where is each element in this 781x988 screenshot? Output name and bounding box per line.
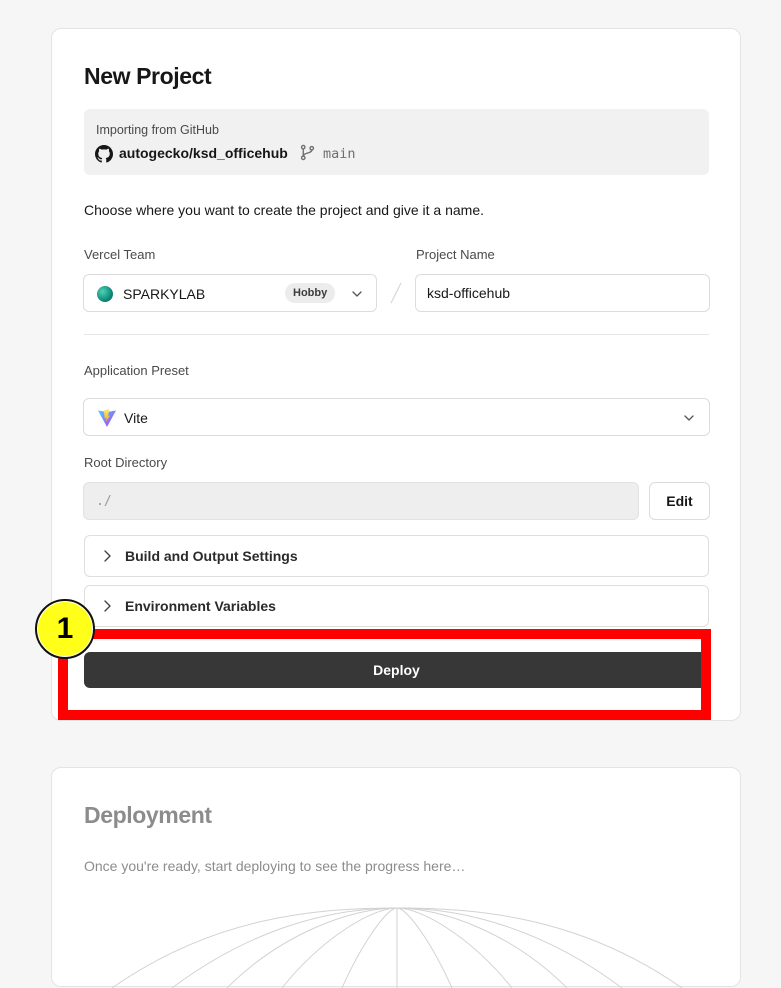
chevron-down-icon bbox=[352, 291, 362, 297]
vite-icon bbox=[98, 409, 116, 427]
repo-name[interactable]: autogecko/ksd_officehub bbox=[119, 145, 288, 161]
accordion-label: Build and Output Settings bbox=[125, 548, 298, 564]
git-branch-icon bbox=[300, 144, 315, 161]
chevron-right-icon bbox=[104, 600, 111, 612]
separator-slash bbox=[390, 282, 402, 304]
globe-illustration bbox=[111, 907, 683, 988]
root-directory-input[interactable] bbox=[83, 482, 639, 520]
preset-value: Vite bbox=[124, 410, 148, 426]
deployment-card: Deployment Once you're ready, start depl… bbox=[51, 767, 741, 988]
chevron-right-icon bbox=[104, 550, 111, 562]
deployment-description: Once you're ready, start deploying to se… bbox=[84, 858, 466, 874]
team-label: Vercel Team bbox=[84, 247, 156, 262]
root-directory-label: Root Directory bbox=[84, 455, 168, 470]
project-name-input[interactable] bbox=[415, 274, 710, 312]
edit-root-button[interactable]: Edit bbox=[649, 482, 710, 520]
team-name: SPARKYLAB bbox=[123, 286, 206, 302]
deployment-title: Deployment bbox=[84, 802, 212, 828]
env-vars-accordion[interactable]: Environment Variables bbox=[84, 585, 709, 627]
chevron-down-icon bbox=[684, 415, 694, 421]
annotation-highlight-box bbox=[58, 629, 711, 720]
instructions-text: Choose where you want to create the proj… bbox=[84, 202, 485, 218]
plan-badge: Hobby bbox=[285, 283, 336, 303]
annotation-marker: 1 bbox=[35, 599, 95, 659]
import-label: Importing from GitHub bbox=[96, 123, 219, 137]
github-icon bbox=[95, 145, 113, 163]
team-avatar-icon bbox=[97, 286, 113, 302]
preset-select[interactable]: Vite bbox=[83, 398, 710, 436]
new-project-card: New Project Importing from GitHub autoge… bbox=[35, 28, 741, 721]
build-settings-accordion[interactable]: Build and Output Settings bbox=[84, 535, 709, 577]
project-name-label: Project Name bbox=[416, 247, 495, 262]
divider bbox=[84, 334, 709, 335]
team-select[interactable]: SPARKYLAB Hobby bbox=[83, 274, 377, 312]
preset-label: Application Preset bbox=[84, 363, 189, 378]
import-source-box: Importing from GitHub autogecko/ksd_offi… bbox=[84, 109, 709, 175]
page-title: New Project bbox=[84, 63, 212, 89]
accordion-label: Environment Variables bbox=[125, 598, 276, 614]
branch-name: main bbox=[323, 146, 356, 162]
